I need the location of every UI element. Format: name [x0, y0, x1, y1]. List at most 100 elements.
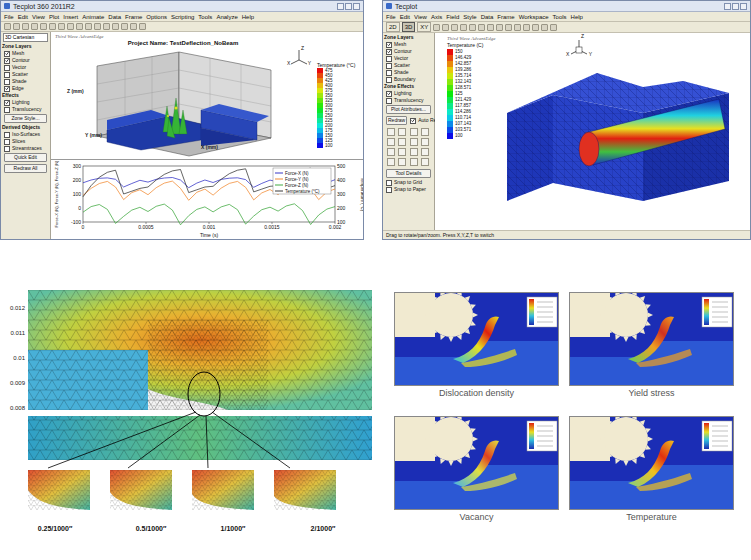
sidebar-button[interactable]: Zone Style... — [4, 114, 47, 123]
checkbox-row[interactable]: Shade — [384, 69, 433, 76]
tool-icon[interactable] — [421, 148, 429, 156]
menu-item[interactable]: Workspace — [519, 13, 549, 21]
maximize-icon[interactable] — [345, 3, 352, 10]
menu-item[interactable]: Data — [108, 13, 121, 21]
plot-mode-button[interactable]: 3D — [402, 22, 416, 32]
menu-item[interactable]: Axis — [431, 13, 442, 21]
menu-item[interactable]: Help — [242, 13, 254, 21]
menu-item[interactable]: File — [4, 13, 14, 21]
checkbox-row[interactable]: Streamtraces — [2, 145, 49, 152]
checkbox[interactable] — [4, 79, 10, 85]
tool-icon[interactable] — [387, 158, 395, 166]
tool-icon[interactable] — [387, 148, 395, 156]
toolbar-button-icon[interactable] — [514, 24, 521, 31]
close-icon[interactable] — [353, 3, 360, 10]
sidebar-button[interactable]: Redraw All — [4, 164, 47, 173]
checkbox-row[interactable]: Scatter — [384, 62, 433, 69]
toolbar-button-icon[interactable] — [49, 23, 56, 30]
toolbar-button-icon[interactable] — [478, 24, 485, 31]
toolbar-button-icon[interactable] — [4, 23, 11, 30]
tool-icon[interactable] — [398, 128, 406, 136]
tool-icon[interactable] — [398, 138, 406, 146]
plot-mode-button[interactable]: 2D — [386, 22, 400, 32]
toolbar-button-icon[interactable] — [505, 24, 512, 31]
checkbox-row[interactable]: Snap to Grid — [384, 179, 433, 186]
sidebar-button[interactable]: Tool Details — [386, 169, 431, 178]
toolbar-button-icon[interactable] — [22, 23, 29, 30]
plot-type-dropdown[interactable]: 3D Cartesian — [3, 33, 48, 42]
toolbar-button-icon[interactable] — [496, 24, 503, 31]
checkbox[interactable] — [386, 49, 392, 55]
checkbox-row[interactable]: Snap to Paper — [384, 186, 433, 193]
toolbar-button-icon[interactable] — [13, 23, 20, 30]
checkbox[interactable] — [386, 42, 392, 48]
checkbox[interactable] — [386, 77, 392, 83]
checkbox[interactable] — [386, 63, 392, 69]
checkbox[interactable] — [4, 146, 10, 152]
menu-item[interactable]: Frame — [497, 13, 514, 21]
menu-item[interactable]: File — [386, 13, 396, 21]
checkbox[interactable] — [386, 70, 392, 76]
checkbox[interactable] — [386, 91, 392, 97]
tool-icon[interactable] — [421, 158, 429, 166]
checkbox-row[interactable]: Lighting — [2, 99, 49, 106]
minimize-icon[interactable] — [724, 3, 731, 10]
toolbar-button-icon[interactable] — [31, 23, 38, 30]
tool-icon[interactable] — [387, 138, 395, 146]
checkbox[interactable] — [386, 187, 392, 193]
menu-item[interactable]: Help — [571, 13, 583, 21]
plot-mode-button[interactable]: XY — [417, 22, 431, 32]
checkbox-row[interactable]: Contour — [2, 57, 49, 64]
toolbar-button-icon[interactable] — [532, 24, 539, 31]
toolbar-button-icon[interactable] — [40, 23, 47, 30]
menu-item[interactable]: Animate — [82, 13, 104, 21]
tool-icon[interactable] — [410, 158, 418, 166]
3d-plot[interactable]: Third Wave AdvantEdgeTemperature (C)1501… — [435, 33, 750, 230]
checkbox[interactable] — [4, 132, 10, 138]
checkbox[interactable] — [4, 51, 10, 57]
checkbox-row[interactable]: Translucency — [384, 97, 433, 104]
toolbar-button-icon[interactable] — [130, 23, 137, 30]
sidebar-button[interactable]: Quick Edit — [4, 153, 47, 162]
toolbar-button-icon[interactable] — [469, 24, 476, 31]
checkbox[interactable] — [410, 118, 416, 124]
checkbox-row[interactable]: Mesh — [2, 50, 49, 57]
checkbox[interactable] — [4, 86, 10, 92]
checkbox-row[interactable]: Slices — [2, 138, 49, 145]
3d-plot[interactable]: Third Wave AdvantEdgeProject Name: TestD… — [51, 32, 315, 159]
tool-icon[interactable] — [410, 138, 418, 146]
tool-icon[interactable] — [398, 148, 406, 156]
checkbox-row[interactable]: Shade — [2, 78, 49, 85]
sidebar-button[interactable]: Redraw — [386, 116, 407, 125]
menu-item[interactable]: Plot — [49, 13, 59, 21]
toolbar-button-icon[interactable] — [451, 24, 458, 31]
toolbar-button-icon[interactable] — [139, 23, 146, 30]
maximize-icon[interactable] — [732, 3, 739, 10]
toolbar-button-icon[interactable] — [442, 24, 449, 31]
tool-icon[interactable] — [410, 128, 418, 136]
menu-item[interactable]: View — [32, 13, 45, 21]
toolbar-button-icon[interactable] — [523, 24, 530, 31]
checkbox-row[interactable]: Iso-Surfaces — [2, 131, 49, 138]
menu-item[interactable]: Edit — [18, 13, 28, 21]
tool-icon[interactable] — [421, 138, 429, 146]
toolbar-button-icon[interactable] — [433, 24, 440, 31]
menu-item[interactable]: View — [414, 13, 427, 21]
checkbox[interactable] — [4, 100, 10, 106]
tool-icon[interactable] — [410, 148, 418, 156]
checkbox[interactable] — [386, 98, 392, 104]
toolbar-button-icon[interactable] — [541, 24, 548, 31]
checkbox-row[interactable]: Mesh — [384, 41, 433, 48]
toolbar-button-icon[interactable] — [94, 23, 101, 30]
checkbox-row[interactable]: Vector — [384, 55, 433, 62]
close-icon[interactable] — [740, 3, 747, 10]
toolbar-button-icon[interactable] — [550, 24, 557, 31]
tool-icon[interactable] — [398, 158, 406, 166]
checkbox-row[interactable]: Scatter — [2, 71, 49, 78]
checkbox[interactable] — [386, 180, 392, 186]
toolbar-button-icon[interactable] — [487, 24, 494, 31]
toolbar-button-icon[interactable] — [103, 23, 110, 30]
menu-item[interactable]: Tools — [198, 13, 212, 21]
tool-icon[interactable] — [387, 128, 395, 136]
menu-item[interactable]: Edit — [400, 13, 410, 21]
